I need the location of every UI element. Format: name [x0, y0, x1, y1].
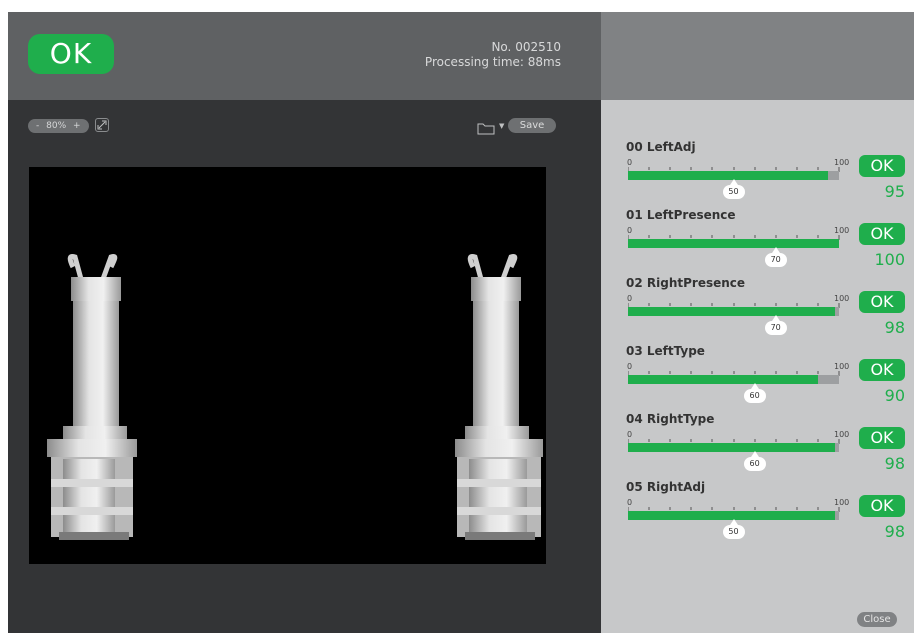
inspection-name: 05 RightAdj [626, 480, 706, 494]
scale-min: 0 [627, 430, 633, 439]
status-badge: OK [859, 359, 905, 381]
close-button[interactable]: Close [857, 612, 897, 627]
threshold-value: 70 [764, 253, 787, 267]
threshold-slider[interactable]: 60 [743, 451, 766, 471]
save-button[interactable]: Save [508, 118, 556, 133]
score-fill [628, 171, 829, 180]
threshold-value: 60 [743, 389, 766, 403]
inspection-meta: No. 002510 Processing time: 88ms [425, 40, 561, 70]
inspection-item: 00 LeftAdj 0 100 50 OK 95 [626, 140, 914, 210]
score-track [628, 307, 839, 316]
chevron-down-icon[interactable]: ▼ [499, 122, 504, 130]
threshold-slider[interactable]: 50 [722, 179, 745, 199]
scale-min: 0 [627, 362, 633, 371]
score-fill [628, 239, 839, 248]
score-fill [628, 375, 818, 384]
processing-time: Processing time: 88ms [424, 55, 561, 69]
header-bar: OK No. 002510 Processing time: 88ms [8, 12, 601, 100]
scale-max: 100 [834, 294, 850, 303]
score-value: 95 [884, 182, 905, 201]
scale-min: 0 [627, 158, 633, 167]
header-right-area [601, 12, 914, 100]
score-track [628, 375, 839, 384]
image-viewer: - 80% + ▼ Save [8, 100, 601, 633]
camera-image [29, 167, 546, 564]
score-track [628, 239, 839, 248]
scale-max: 100 [834, 430, 850, 439]
zoom-out-button[interactable]: - [36, 121, 39, 131]
status-badge: OK [859, 155, 905, 177]
threshold-value: 50 [722, 185, 745, 199]
status-badge: OK [859, 223, 905, 245]
score-track [628, 443, 839, 452]
inspection-app: OK No. 002510 Processing time: 88ms - 80… [8, 12, 914, 633]
inspection-name: 03 LeftType [626, 344, 705, 358]
fit-to-screen-button[interactable] [95, 118, 109, 132]
inspection-number: No. 002510 [491, 40, 561, 54]
inspection-name: 02 RightPresence [626, 276, 746, 290]
zoom-level: 80% [46, 121, 67, 131]
score-value: 90 [884, 386, 905, 405]
inspection-item: 04 RightType 0 100 60 OK 98 [626, 412, 914, 482]
threshold-slider[interactable]: 70 [764, 315, 787, 335]
scale-min: 0 [627, 226, 633, 235]
inspection-name: 00 LeftAdj [626, 140, 696, 154]
inspection-results-panel: 00 LeftAdj 0 100 50 OK 95 01 LeftPresenc… [601, 100, 914, 633]
inspection-item: 02 RightPresence 0 100 70 OK 98 [626, 276, 914, 346]
scale-min: 0 [627, 294, 633, 303]
score-fill [628, 443, 835, 452]
threshold-value: 60 [743, 457, 766, 471]
inspection-name: 04 RightType [626, 412, 715, 426]
right-part [455, 254, 543, 540]
inspection-item: 01 LeftPresence 0 100 70 OK 100 [626, 208, 914, 278]
threshold-value: 50 [722, 525, 745, 539]
inspected-part-image [47, 254, 543, 540]
zoom-control: - 80% + [28, 119, 89, 133]
folder-button[interactable] [477, 120, 495, 139]
status-badge: OK [859, 495, 905, 517]
score-value: 98 [884, 454, 905, 473]
scale-max: 100 [834, 362, 850, 371]
threshold-slider[interactable]: 50 [722, 519, 745, 539]
score-value: 98 [884, 522, 905, 541]
threshold-value: 70 [764, 321, 787, 335]
expand-icon [97, 120, 107, 130]
folder-icon [477, 123, 495, 135]
left-part [47, 254, 137, 540]
overall-status-badge: OK [28, 34, 114, 74]
score-value: 98 [884, 318, 905, 337]
inspection-item: 03 LeftType 0 100 60 OK 90 [626, 344, 914, 414]
score-value: 100 [874, 250, 905, 269]
scale-max: 100 [834, 158, 850, 167]
status-badge: OK [859, 427, 905, 449]
threshold-slider[interactable]: 70 [764, 247, 787, 267]
scale-min: 0 [627, 498, 633, 507]
status-badge: OK [859, 291, 905, 313]
scale-max: 100 [834, 498, 850, 507]
threshold-slider[interactable]: 60 [743, 383, 766, 403]
score-fill [628, 307, 835, 316]
zoom-in-button[interactable]: + [73, 121, 81, 131]
scale-max: 100 [834, 226, 850, 235]
inspection-item: 05 RightAdj 0 100 50 OK 98 [626, 480, 914, 550]
inspection-name: 01 LeftPresence [626, 208, 736, 222]
